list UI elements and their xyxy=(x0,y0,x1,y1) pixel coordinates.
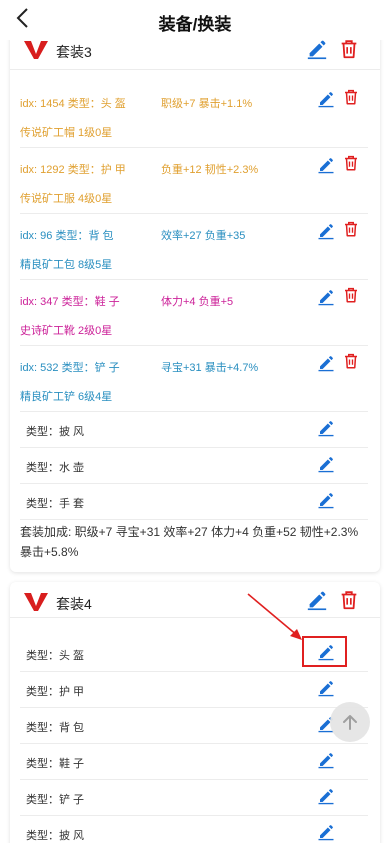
item-idx-type: idx: 96 类型：背 包 xyxy=(20,230,114,242)
edit-slot-icon[interactable] xyxy=(317,823,335,841)
item-attributes: 负重+12 韧性+2.3% xyxy=(161,164,259,176)
equipment-item: idx: 1292 类型：护 甲 负重+12 韧性+2.3% 传说矿工服 4级0… xyxy=(20,148,368,214)
page-title: 装备/换装 xyxy=(158,15,232,34)
item-idx-type: idx: 1292 类型：护 甲 xyxy=(20,164,126,176)
delete-item-icon[interactable] xyxy=(342,88,360,106)
item-attributes: 职级+7 暴击+1.1% xyxy=(161,98,253,110)
empty-slot: 类型：水 壶 xyxy=(20,448,368,484)
item-idx-type: idx: 532 类型：铲 子 xyxy=(20,362,120,374)
set-card-4: 套装4 类型：头 盔 类型：护 甲 类型：背 包 类型：鞋 子 类型：铲 子 类… xyxy=(10,582,380,843)
equipment-item: idx: 532 类型：铲 子 寻宝+31 暴击+4.7% 精良矿工铲 6级4星 xyxy=(20,346,368,412)
top-bar: 装备/换装 xyxy=(0,0,390,40)
empty-slot: 类型：铲 子 xyxy=(20,780,368,816)
edit-set-icon[interactable] xyxy=(306,38,328,60)
set-header: 套装4 xyxy=(10,582,380,618)
edit-slot-icon[interactable] xyxy=(317,679,335,697)
empty-slot: 类型：背 包 xyxy=(20,708,368,744)
item-name: 精良矿工铲 6级4星 xyxy=(20,391,113,403)
delete-set-icon[interactable] xyxy=(338,38,360,60)
slot-type-label: 类型：护 甲 xyxy=(26,686,85,698)
slot-type-label: 类型：铲 子 xyxy=(26,794,85,806)
set-bonus: 套装加成: 职级+7 寻宝+31 效率+27 体力+4 负重+52 韧性+2.3… xyxy=(20,525,359,559)
edit-item-icon[interactable] xyxy=(317,354,335,372)
edit-item-icon[interactable] xyxy=(317,222,335,240)
empty-slot: 类型：手 套 xyxy=(20,484,368,520)
annotation-highlight-box xyxy=(302,636,347,667)
delete-item-icon[interactable] xyxy=(342,154,360,172)
empty-slot: 类型：护 甲 xyxy=(20,672,368,708)
slot-type-label: 类型：水 壶 xyxy=(26,462,85,474)
equipment-item: idx: 1454 类型：头 盔 职级+7 暴击+1.1% 传说矿工帽 1级0星 xyxy=(20,82,368,148)
item-name: 精良矿工包 8级5星 xyxy=(20,259,113,271)
set-logo-icon xyxy=(24,592,48,612)
slot-type-label: 类型：披 风 xyxy=(26,426,85,438)
item-name: 传说矿工帽 1级0星 xyxy=(20,127,113,139)
edit-slot-icon[interactable] xyxy=(317,491,335,509)
empty-slot: 类型：披 风 xyxy=(20,816,368,843)
delete-item-icon[interactable] xyxy=(342,286,360,304)
empty-slot: 类型：鞋 子 xyxy=(20,744,368,780)
edit-item-icon[interactable] xyxy=(317,288,335,306)
edit-slot-icon[interactable] xyxy=(317,751,335,769)
edit-slot-icon[interactable] xyxy=(317,419,335,437)
item-idx-type: idx: 1454 类型：头 盔 xyxy=(20,98,126,110)
item-name: 传说矿工服 4级0星 xyxy=(20,193,113,205)
set-name: 套装3 xyxy=(56,44,92,60)
scroll-to-top-button[interactable] xyxy=(330,702,370,742)
item-attributes: 效率+27 负重+35 xyxy=(161,230,246,242)
edit-item-icon[interactable] xyxy=(317,156,335,174)
set-logo-icon xyxy=(24,40,48,60)
slot-type-label: 类型：背 包 xyxy=(26,722,85,734)
item-idx-type: idx: 347 类型：鞋 子 xyxy=(20,296,120,308)
equipment-item: idx: 347 类型：鞋 子 体力+4 负重+5 史诗矿工靴 2级0星 xyxy=(20,280,368,346)
set-card-3: 套装3 idx: 1454 类型：头 盔 职级+7 暴击+1.1% 传说矿工帽 … xyxy=(10,26,380,572)
item-attributes: 寻宝+31 暴击+4.7% xyxy=(161,362,259,374)
slot-type-label: 类型：鞋 子 xyxy=(26,758,85,770)
arrow-up-icon xyxy=(343,715,357,730)
empty-slot: 类型：披 风 xyxy=(20,412,368,448)
edit-slot-icon[interactable] xyxy=(317,455,335,473)
slot-type-label: 类型：手 套 xyxy=(26,498,85,510)
item-name: 史诗矿工靴 2级0星 xyxy=(20,325,113,337)
slot-type-label: 类型：头 盔 xyxy=(26,650,85,662)
slot-type-label: 类型：披 风 xyxy=(26,830,85,842)
edit-item-icon[interactable] xyxy=(317,90,335,108)
delete-item-icon[interactable] xyxy=(342,220,360,238)
equipment-item: idx: 96 类型：背 包 效率+27 负重+35 精良矿工包 8级5星 xyxy=(20,214,368,280)
annotation-arrow-icon xyxy=(240,590,310,646)
item-attributes: 体力+4 负重+5 xyxy=(161,296,234,308)
edit-slot-icon[interactable] xyxy=(317,787,335,805)
set-name: 套装4 xyxy=(56,596,92,612)
delete-item-icon[interactable] xyxy=(342,352,360,370)
delete-set-icon[interactable] xyxy=(338,589,360,611)
